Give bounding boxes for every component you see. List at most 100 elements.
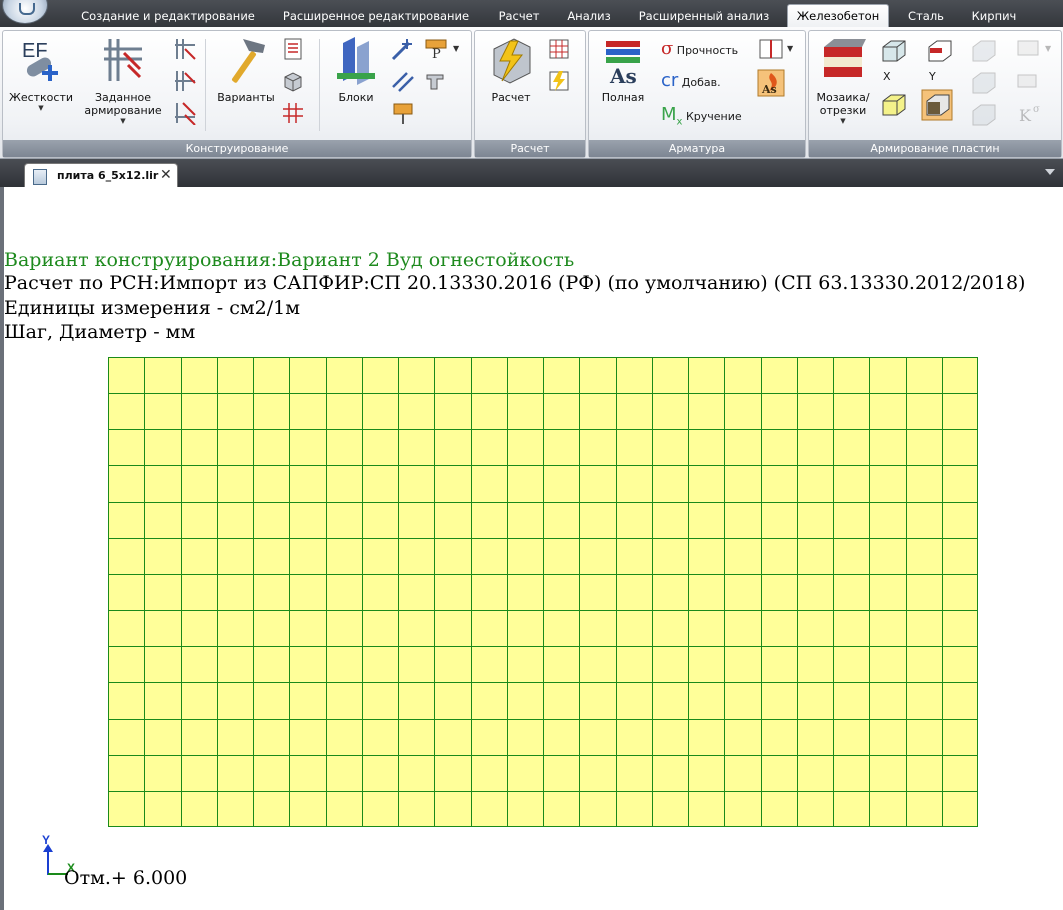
mosaic-label: Мозаика/ отрезки [816, 91, 870, 117]
calc-lightning-grid-icon[interactable] [547, 69, 571, 93]
grid-table-icon[interactable] [281, 101, 305, 125]
torsion-button[interactable]: Mx Кручение [661, 103, 742, 128]
svg-text:▼: ▼ [453, 44, 460, 53]
full-rebar-label: Полная [601, 91, 645, 104]
plate-disabled-2-icon[interactable] [969, 69, 997, 97]
rebar-option-1-icon[interactable] [173, 37, 197, 61]
plate-disabled-1-icon[interactable] [969, 37, 997, 65]
stiffness-p-icon[interactable]: P ▼ [423, 37, 463, 62]
tab-brick[interactable]: Кирпич [966, 6, 1022, 26]
plate-y-label: Y [929, 70, 936, 83]
group-label-plates: Армирование пластин [809, 140, 1061, 157]
plate-x-top-icon[interactable] [879, 37, 907, 65]
document-tab-strip: плита 6_5x12.lir ✕ [0, 159, 1063, 188]
svg-text:As: As [761, 83, 777, 96]
rebar-option-2-icon[interactable] [173, 69, 197, 93]
svg-text:▼: ▼ [1045, 44, 1052, 53]
chevron-down-icon: ▼ [38, 104, 44, 112]
strength-label: Прочность [676, 44, 739, 57]
file-icon [33, 169, 47, 185]
calc-label: Расчет [491, 91, 531, 104]
as-full-icon: As [600, 35, 646, 88]
ribbon-group-design: EF Жесткости ▼ Заданное армирование ▼ Ва… [2, 30, 472, 158]
stiffness-label: Жесткости [8, 91, 74, 104]
hammer-icon [223, 35, 269, 87]
full-rebar-button[interactable]: As Полная [593, 35, 653, 104]
mosaic-button[interactable]: Мозаика/ отрезки ▼ [813, 35, 873, 126]
document-tab[interactable]: плита 6_5x12.lir ✕ [24, 163, 178, 188]
units-line: Единицы измерения - см2/1м [4, 297, 300, 319]
stiffness-button[interactable]: EF Жесткости ▼ [7, 35, 75, 113]
blocks-icon [333, 35, 379, 87]
sigma-icon: σ [661, 38, 674, 59]
tab-advanced-edit[interactable]: Расширенное редактирование [278, 6, 474, 26]
svg-text:▼: ▼ [787, 44, 794, 53]
calc-line: Расчет по РСН:Импорт из САПФИР:СП 20.133… [4, 272, 1026, 294]
plate-x-label: X [883, 70, 891, 83]
k-sigma-icon[interactable]: Kσ [1015, 101, 1047, 125]
calc-grid-icon[interactable] [547, 37, 571, 61]
tab-analysis[interactable]: Анализ [560, 6, 618, 26]
ribbon-group-calc: Расчет Расчет [474, 30, 586, 158]
plate-y-bottom-icon[interactable] [921, 89, 953, 121]
fire-as-icon[interactable]: As [757, 69, 785, 97]
cr-icon: cr [661, 70, 679, 91]
stiffness-icon: EF [18, 35, 64, 87]
tab-create-edit[interactable]: Создание и редактирование [78, 6, 258, 26]
plate-y-top-icon[interactable] [925, 37, 953, 65]
elevation-label: Отм.+ 6.000 [64, 867, 188, 889]
variants-label: Варианты [217, 91, 275, 104]
plate-disabled-4-icon[interactable]: ▼ [1015, 37, 1055, 61]
ribbon: EF Жесткости ▼ Заданное армирование ▼ Ва… [0, 27, 1063, 159]
variants-button[interactable]: Варианты [211, 35, 281, 104]
reinforcement-icon [100, 35, 146, 87]
strength-button[interactable]: σ Прочность [661, 37, 738, 61]
ribbon-group-rebar: As Полная σ Прочность ▼ cr Добав. As Mx … [588, 30, 806, 158]
blocks-label: Блоки [338, 91, 374, 104]
add-rebar-icon[interactable] [391, 37, 415, 61]
rebar-section-icon[interactable]: ▼ [757, 37, 797, 61]
step-line: Шаг, Диаметр - мм [4, 321, 196, 343]
tab-advanced-analysis[interactable]: Расширенный анализ [634, 6, 774, 26]
plate-disabled-5-icon[interactable] [1015, 69, 1039, 93]
block-cube-icon[interactable] [281, 69, 305, 93]
profile-section-icon[interactable] [423, 69, 447, 93]
calc-button[interactable]: Расчет [479, 35, 543, 104]
rebar-diagonal-icon[interactable] [391, 69, 415, 93]
application-button[interactable] [2, 0, 48, 24]
rebar-option-3-icon[interactable] [173, 101, 197, 126]
svg-text:As: As [609, 64, 637, 87]
svg-text:K: K [1019, 106, 1032, 125]
tab-steel[interactable]: Сталь [902, 6, 950, 26]
group-label-rebar: Арматура [589, 140, 805, 157]
menu-bar: Создание и редактирование Расширенное ре… [0, 0, 1063, 28]
rebar-marker-icon[interactable] [391, 101, 415, 125]
blocks-button[interactable]: Блоки [325, 35, 387, 104]
given-reinforcement-button[interactable]: Заданное армирование ▼ [75, 35, 171, 126]
lightning-cube-icon [488, 35, 534, 87]
tab-reinforced-concrete[interactable]: Железобетон [787, 4, 889, 28]
group-label-design: Конструирование [3, 140, 471, 157]
chevron-down-icon: ▼ [120, 117, 126, 125]
axis-y-label: Y [42, 834, 50, 847]
additional-button[interactable]: cr Добав. [661, 69, 721, 93]
tab-list-dropdown-icon[interactable] [1045, 169, 1055, 175]
plate-disabled-3-icon[interactable] [969, 101, 997, 129]
tab-calculation[interactable]: Расчет [492, 6, 546, 26]
svg-text:σ: σ [1033, 104, 1040, 115]
torsion-label: Кручение [685, 110, 742, 123]
mosaic-icon [820, 35, 866, 87]
additional-label: Добав. [681, 76, 721, 89]
plate-x-bottom-icon[interactable] [879, 91, 907, 119]
group-label-calc: Расчет [475, 140, 585, 157]
plate-mesh[interactable] [108, 357, 978, 827]
report-list-icon[interactable] [281, 37, 305, 61]
variant-line: Вариант конструирования:Вариант 2 Вуд ог… [4, 249, 575, 271]
mx-icon: Mx [661, 104, 683, 128]
svg-text:P: P [432, 47, 441, 61]
given-reinforcement-label: Заданное армирование [84, 91, 162, 117]
close-icon[interactable]: ✕ [160, 167, 172, 183]
ribbon-group-plates: Мозаика/ отрезки ▼ X Y ▼ K σ Армирование… [808, 30, 1062, 158]
chevron-down-icon: ▼ [840, 117, 846, 125]
document-tab-label: плита 6_5x12.lir [57, 169, 159, 182]
